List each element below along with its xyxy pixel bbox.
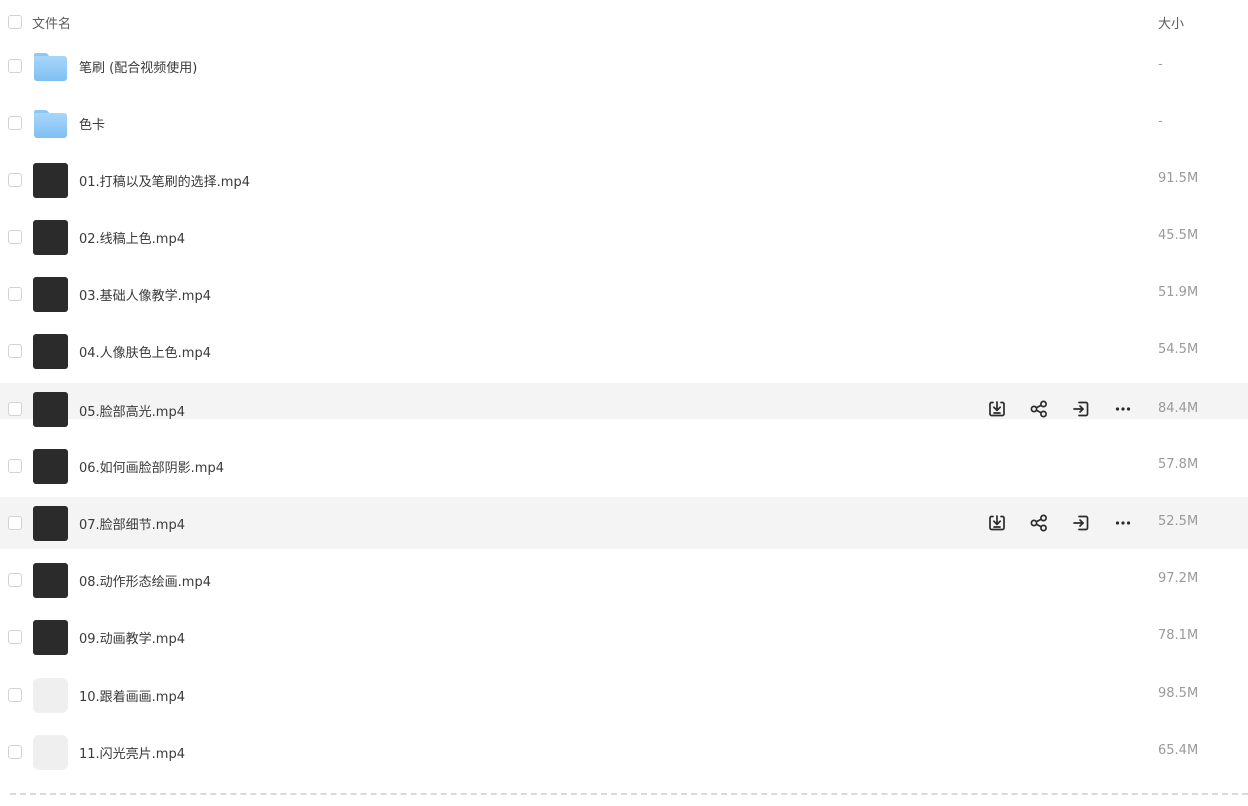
row-checkbox[interactable] (8, 173, 22, 187)
file-row[interactable]: 05.脸部高光.mp4 84.4M (0, 383, 1248, 427)
row-checkbox[interactable] (8, 344, 22, 358)
video-thumbnail (33, 620, 68, 655)
file-row[interactable]: 色卡 - (0, 97, 1248, 149)
file-size: 98.5M (1158, 686, 1199, 701)
row-checkbox[interactable] (8, 688, 22, 702)
video-thumbnail (33, 449, 68, 484)
move-icon[interactable] (1070, 398, 1092, 420)
row-actions (986, 398, 1136, 420)
download-icon[interactable] (986, 512, 1008, 534)
video-thumbnail (33, 220, 68, 255)
file-row[interactable]: 笔刷 (配合视频使用) - (0, 40, 1248, 92)
file-name[interactable]: 01.打稿以及笔刷的选择.mp4 (79, 171, 250, 190)
file-size: 45.5M (1158, 228, 1199, 243)
file-row[interactable]: 07.脸部细节.mp4 52.5M (0, 497, 1248, 549)
row-checkbox[interactable] (8, 116, 22, 130)
video-thumbnail (33, 506, 68, 541)
video-thumbnail (33, 277, 68, 312)
row-checkbox[interactable] (8, 59, 22, 73)
row-checkbox[interactable] (8, 402, 22, 416)
file-row[interactable]: 10.跟着画画.mp4 98.5M (0, 669, 1248, 721)
file-list-page: 文件名 大小 笔刷 (配合视频使用) - 色卡 - 01.打稿以及笔刷的选择.m… (0, 0, 1248, 806)
folder-icon (33, 49, 68, 84)
file-name[interactable]: 11.闪光亮片.mp4 (79, 743, 185, 762)
row-checkbox[interactable] (8, 230, 22, 244)
column-header-size[interactable]: 大小 (1158, 13, 1184, 32)
video-thumbnail (33, 334, 68, 369)
row-checkbox[interactable] (8, 287, 22, 301)
file-list-header: 文件名 大小 (0, 0, 1248, 44)
file-size: - (1158, 57, 1163, 72)
file-size: 91.5M (1158, 171, 1199, 186)
file-name[interactable]: 07.脸部细节.mp4 (79, 514, 185, 533)
file-name[interactable]: 03.基础人像教学.mp4 (79, 285, 211, 304)
video-thumbnail (33, 163, 68, 198)
share-icon[interactable] (1028, 512, 1050, 534)
move-icon[interactable] (1070, 512, 1092, 534)
file-name[interactable]: 10.跟着画画.mp4 (79, 686, 185, 705)
file-size: 57.8M (1158, 457, 1199, 472)
video-thumbnail (33, 563, 68, 598)
more-icon[interactable] (1112, 398, 1134, 420)
row-checkbox[interactable] (8, 459, 22, 473)
file-row[interactable]: 09.动画教学.mp4 78.1M (0, 611, 1248, 663)
file-name[interactable]: 05.脸部高光.mp4 (79, 401, 185, 420)
select-all-checkbox[interactable] (8, 15, 22, 29)
row-actions (986, 512, 1136, 534)
file-size: 78.1M (1158, 628, 1199, 643)
file-row[interactable]: 04.人像肤色上色.mp4 54.5M (0, 325, 1248, 377)
download-icon[interactable] (986, 398, 1008, 420)
file-size: - (1158, 114, 1163, 129)
row-checkbox[interactable] (8, 630, 22, 644)
file-row[interactable]: 08.动作形态绘画.mp4 97.2M (0, 554, 1248, 606)
more-icon[interactable] (1112, 512, 1134, 534)
file-size: 51.9M (1158, 285, 1199, 300)
file-name[interactable]: 08.动作形态绘画.mp4 (79, 571, 211, 590)
file-name[interactable]: 色卡 (79, 114, 105, 133)
file-size: 65.4M (1158, 743, 1199, 758)
file-size: 97.2M (1158, 571, 1199, 586)
file-name[interactable]: 09.动画教学.mp4 (79, 628, 185, 647)
share-icon[interactable] (1028, 398, 1050, 420)
file-row[interactable]: 02.线稿上色.mp4 45.5M (0, 211, 1248, 263)
file-row[interactable]: 06.如何画脸部阴影.mp4 57.8M (0, 440, 1248, 492)
video-thumbnail-placeholder (33, 678, 68, 713)
file-row[interactable]: 11.闪光亮片.mp4 65.4M (0, 726, 1248, 778)
file-row[interactable]: 01.打稿以及笔刷的选择.mp4 91.5M (0, 154, 1248, 206)
drop-zone-divider (10, 793, 1248, 795)
row-checkbox[interactable] (8, 745, 22, 759)
file-row[interactable]: 03.基础人像教学.mp4 51.9M (0, 268, 1248, 320)
video-thumbnail-placeholder (33, 735, 68, 770)
file-name[interactable]: 笔刷 (配合视频使用) (79, 57, 197, 76)
file-size: 52.5M (1158, 514, 1199, 529)
video-thumbnail (33, 392, 68, 427)
file-name[interactable]: 04.人像肤色上色.mp4 (79, 342, 211, 361)
file-size: 84.4M (1158, 401, 1199, 416)
column-header-name[interactable]: 文件名 (32, 13, 71, 32)
row-checkbox[interactable] (8, 516, 22, 530)
file-size: 54.5M (1158, 342, 1199, 357)
row-checkbox[interactable] (8, 573, 22, 587)
file-name[interactable]: 06.如何画脸部阴影.mp4 (79, 457, 224, 476)
file-name[interactable]: 02.线稿上色.mp4 (79, 228, 185, 247)
folder-icon (33, 106, 68, 141)
